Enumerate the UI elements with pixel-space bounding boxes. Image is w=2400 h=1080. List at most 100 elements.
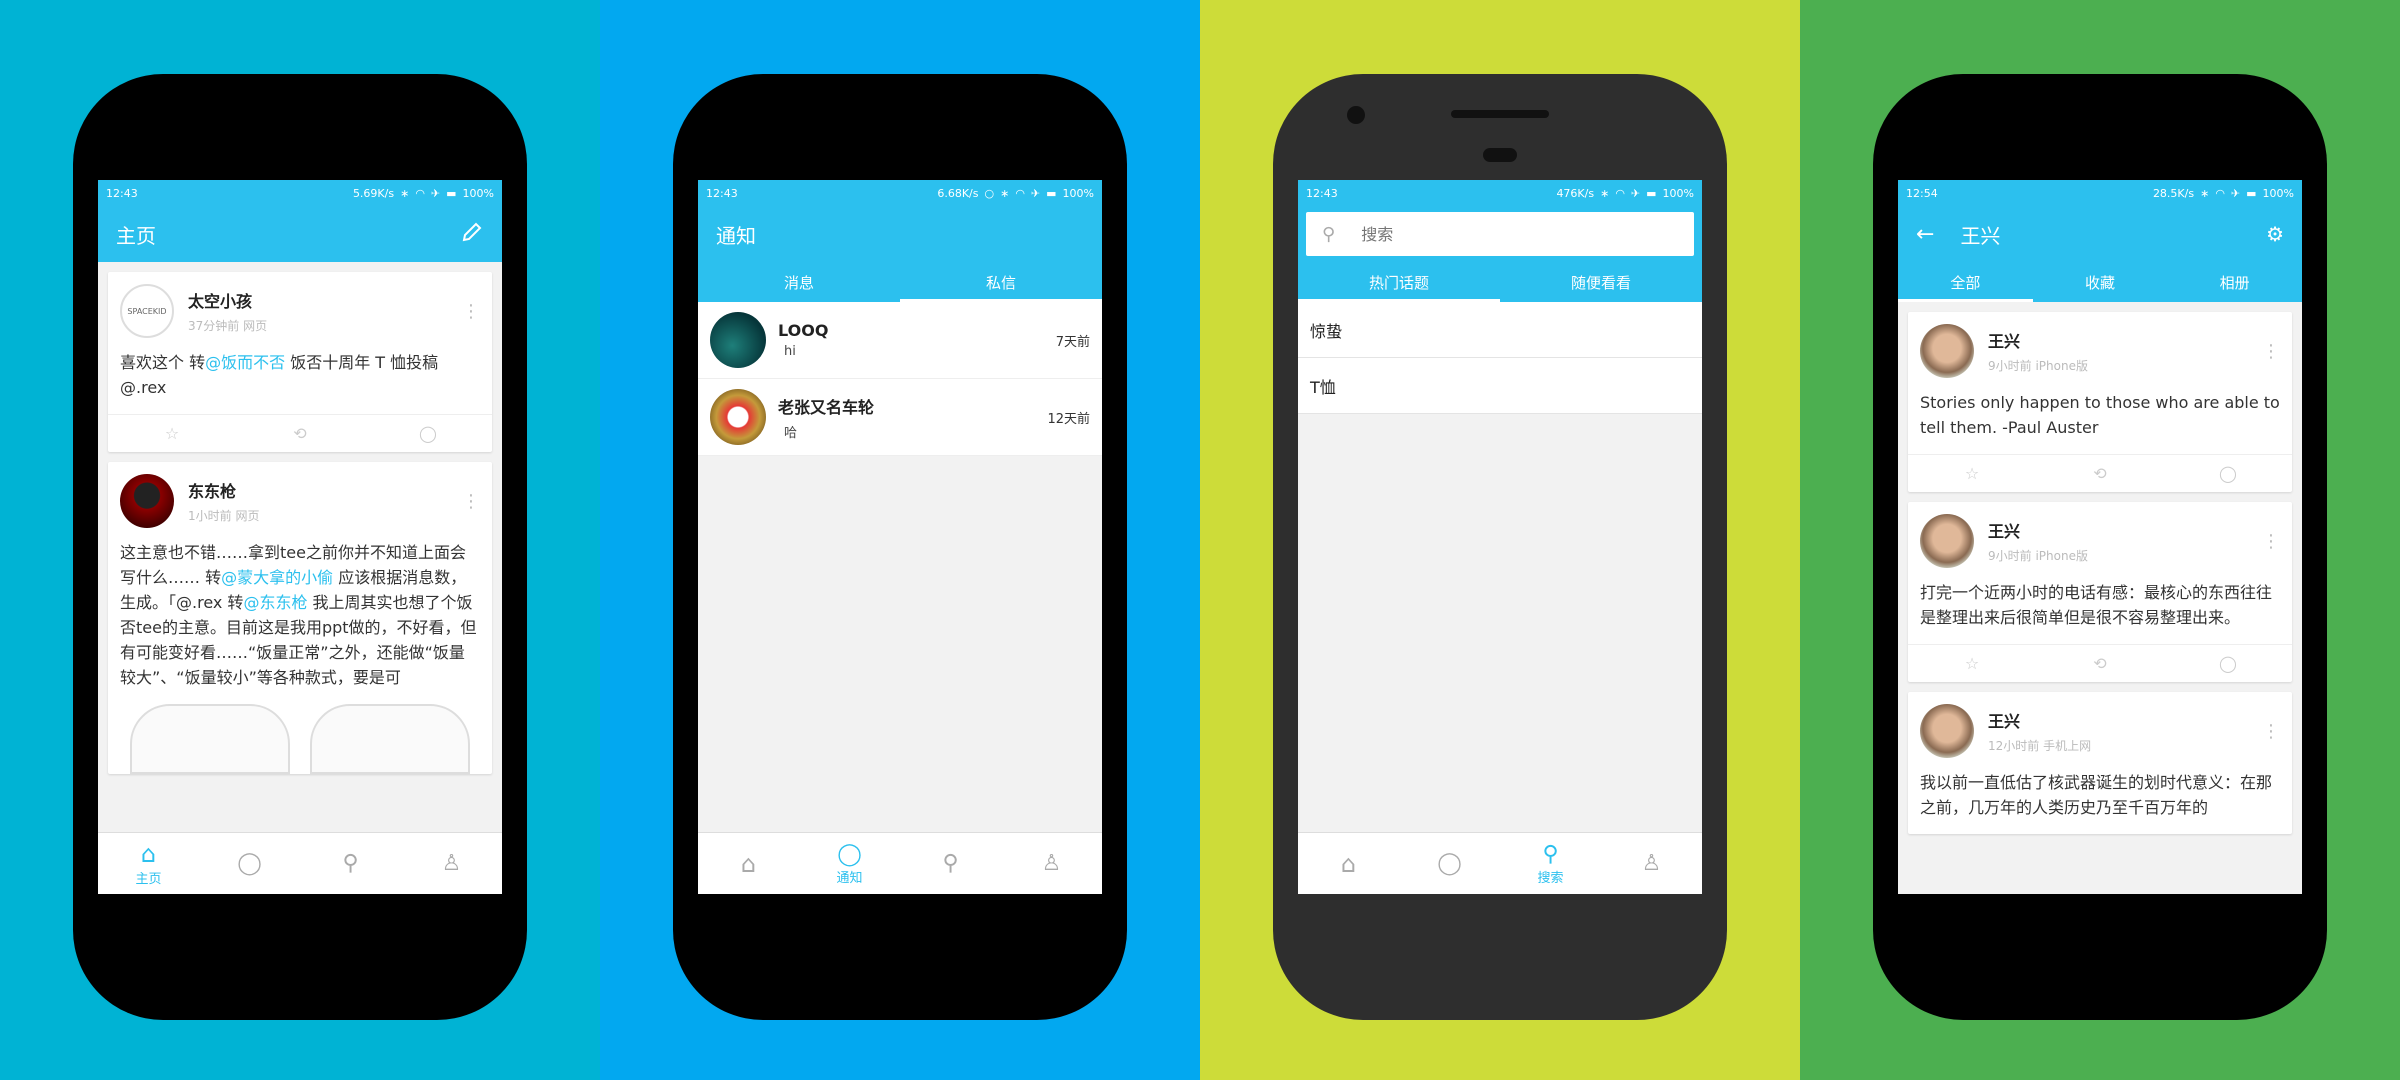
- nav-profile[interactable]: ♙: [1601, 833, 1702, 894]
- bottom-nav: ⌂ ◯ 通知 ⚲ ♙: [698, 832, 1102, 894]
- comment-icon[interactable]: ◯: [2164, 455, 2292, 492]
- airplane-icon: ✈: [1630, 186, 1641, 200]
- search-icon: ⚲: [1322, 223, 1336, 245]
- post-card[interactable]: 王兴 9小时前 iPhone版 ⋮ 打完一个近两小时的电话有感：最核心的东西往往…: [1908, 502, 2292, 682]
- status-bar: 12:43 5.69K/s ∗ ◠ ✈ ▬ 100%: [98, 180, 502, 206]
- mention-link[interactable]: @饭而不否: [205, 353, 285, 372]
- tab-messages[interactable]: 消息: [698, 262, 900, 302]
- post-author[interactable]: 王兴: [1988, 518, 2262, 542]
- nav-search[interactable]: ⚲: [900, 833, 1001, 894]
- status-speed: 5.69K/s: [352, 186, 395, 200]
- star-icon[interactable]: ☆: [1908, 645, 2036, 682]
- tab-bar: 消息 私信: [698, 262, 1102, 302]
- settings-gear-icon[interactable]: ⚙: [2266, 222, 2284, 246]
- avatar: [710, 312, 766, 368]
- tab-bar: 全部 收藏 相册: [1898, 262, 2302, 302]
- tab-browse[interactable]: 随便看看: [1500, 262, 1702, 302]
- tab-hot-topics[interactable]: 热门话题: [1298, 262, 1500, 302]
- phone-frame: 12:43 6.68K/s ○ ∗ ◠ ✈ ▬ 100% 通知 消息 私信 LOOQ hi …: [673, 74, 1127, 1020]
- mention-link[interactable]: @东东枪: [243, 593, 307, 612]
- post-image[interactable]: [108, 704, 492, 774]
- post-author[interactable]: 东东枪: [188, 478, 462, 502]
- search-icon: ⚲: [1542, 841, 1559, 867]
- more-icon[interactable]: ⋮: [2262, 341, 2280, 362]
- comment-icon[interactable]: ◯: [364, 415, 492, 452]
- wifi-icon: ◠: [1615, 186, 1625, 200]
- status-bar: 12:54 28.5K/s ∗ ◠ ✈ ▬ 100%: [1898, 180, 2302, 206]
- battery-icon: ▬: [1646, 186, 1657, 200]
- home-icon: ⌂: [740, 849, 757, 878]
- nav-home[interactable]: ⌂: [698, 833, 799, 894]
- battery-icon: ▬: [2246, 186, 2257, 200]
- nav-notifications[interactable]: ◯ 通知: [799, 833, 900, 894]
- post-author[interactable]: 王兴: [1988, 708, 2262, 732]
- tab-favorites[interactable]: 收藏: [2033, 262, 2168, 302]
- battery-icon: ▬: [446, 186, 457, 200]
- post-card[interactable]: 东东枪 1小时前 网页 ⋮ 这主意也不错……拿到tee之前你并不知道上面会写什么…: [108, 462, 492, 774]
- speaker-grille: [1451, 110, 1549, 118]
- topic-row[interactable]: T恤: [1298, 358, 1702, 414]
- mention-link[interactable]: @蒙大拿的小偷: [221, 568, 333, 587]
- proximity-sensor: [1483, 148, 1517, 162]
- tab-album[interactable]: 相册: [2167, 262, 2302, 302]
- avatar: [710, 389, 766, 445]
- phone-frame: 12:43 476K/s ∗ ◠ ✈ ▬ 100% ⚲ 热门话题 随便看看 惊蛰 T恤 ⌂…: [1273, 74, 1727, 1020]
- compose-icon[interactable]: [460, 220, 484, 249]
- nav-home[interactable]: ⌂ 主页: [98, 833, 199, 894]
- search-input[interactable]: [1361, 224, 1622, 244]
- avatar[interactable]: [1920, 324, 1974, 378]
- nav-search[interactable]: ⚲: [300, 833, 401, 894]
- tab-direct-messages[interactable]: 私信: [900, 262, 1102, 302]
- star-icon[interactable]: ☆: [108, 415, 236, 452]
- nav-profile[interactable]: ♙: [401, 833, 502, 894]
- post-actions: ☆ ⟲ ◯: [1908, 454, 2292, 492]
- tab-all[interactable]: 全部: [1898, 262, 2033, 302]
- comment-icon[interactable]: ◯: [2164, 645, 2292, 682]
- battery-level: 100%: [1062, 186, 1094, 200]
- avatar[interactable]: [1920, 704, 1974, 758]
- post-author[interactable]: 太空小孩: [188, 288, 462, 312]
- avatar[interactable]: [1920, 514, 1974, 568]
- nav-search[interactable]: ⚲ 搜索: [1500, 833, 1601, 894]
- dm-time: 7天前: [1055, 334, 1090, 350]
- more-icon[interactable]: ⋮: [2262, 531, 2280, 552]
- dm-row[interactable]: 老张又名车轮 哈 12天前: [698, 379, 1102, 456]
- nav-notifications[interactable]: ◯: [1399, 833, 1500, 894]
- dm-preview: hi: [784, 344, 796, 359]
- back-arrow-icon[interactable]: ←: [1916, 222, 1934, 247]
- app-bar: ← 王兴 ⚙: [1898, 206, 2302, 262]
- post-author[interactable]: 王兴: [1988, 328, 2262, 352]
- tab-bar: 热门话题 随便看看: [1298, 262, 1702, 302]
- battery-icon: ▬: [1046, 186, 1057, 200]
- post-actions: ☆ ⟲ ◯: [108, 414, 492, 452]
- more-icon[interactable]: ⋮: [462, 301, 480, 322]
- post-card[interactable]: 王兴 12小时前 手机上网 ⋮ 我以前一直低估了核武器诞生的划时代意义：在那之前…: [1908, 692, 2292, 834]
- repost-icon[interactable]: ⟲: [2036, 645, 2164, 682]
- post-card[interactable]: SPACEKID 太空小孩 37分钟前 网页 ⋮ 喜欢这个 转@饭而不否 饭否十…: [108, 272, 492, 452]
- dm-row[interactable]: LOOQ hi 7天前: [698, 302, 1102, 379]
- nav-home[interactable]: ⌂: [1298, 833, 1399, 894]
- topic-row[interactable]: 惊蛰: [1298, 302, 1702, 358]
- more-icon[interactable]: ⋮: [2262, 721, 2280, 742]
- nav-profile[interactable]: ♙: [1001, 833, 1102, 894]
- post-card[interactable]: 王兴 9小时前 iPhone版 ⋮ Stories only happen to…: [1908, 312, 2292, 492]
- search-bar: ⚲: [1298, 206, 1702, 262]
- bottom-nav: ⌂ 主页 ◯ ⚲ ♙: [98, 832, 502, 894]
- avatar[interactable]: SPACEKID: [120, 284, 174, 338]
- dm-time: 12天前: [1047, 411, 1090, 427]
- post-text: 喜欢这个 转@饭而不否 饭否十周年 T 恤投稿 @.rex: [108, 344, 492, 414]
- airplane-icon: ✈: [1030, 186, 1041, 200]
- repost-icon[interactable]: ⟲: [236, 415, 364, 452]
- battery-level: 100%: [2262, 186, 2294, 200]
- nav-notifications[interactable]: ◯: [199, 833, 300, 894]
- repost-icon[interactable]: ⟲: [2036, 455, 2164, 492]
- bluetooth-icon: ∗: [2200, 186, 2210, 200]
- home-icon: ⌂: [140, 840, 157, 868]
- panel-notifications: 12:43 6.68K/s ○ ∗ ◠ ✈ ▬ 100% 通知 消息 私信 LOOQ hi …: [600, 0, 1200, 1080]
- more-icon[interactable]: ⋮: [462, 491, 480, 512]
- search-box[interactable]: ⚲: [1306, 212, 1694, 256]
- star-icon[interactable]: ☆: [1908, 455, 2036, 492]
- nav-search-label: 搜索: [1537, 870, 1564, 886]
- avatar[interactable]: [120, 474, 174, 528]
- user-icon: ♙: [1641, 851, 1662, 876]
